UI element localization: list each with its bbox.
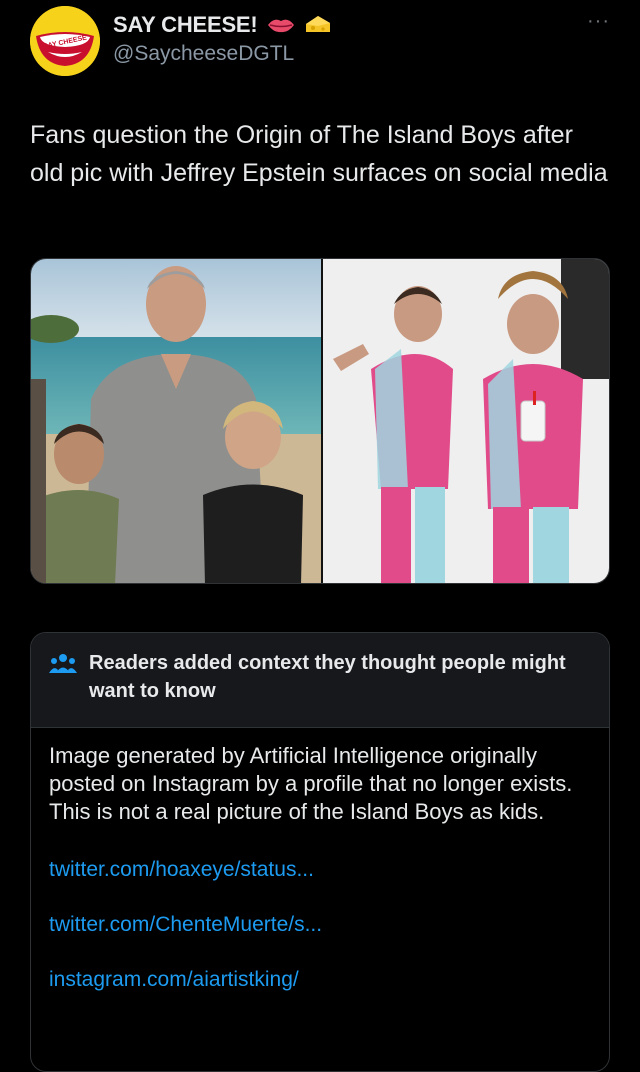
note-link-1[interactable]: twitter.com/hoaxeye/status... xyxy=(49,856,591,884)
community-note-body: Image generated by Artificial Intelligen… xyxy=(49,743,573,824)
cheese-icon xyxy=(305,16,330,32)
tweet-text: Fans question the Origin of The Island B… xyxy=(30,121,608,187)
lips-icon xyxy=(267,19,294,33)
avatar[interactable]: SAY CHEESE xyxy=(30,6,100,76)
user-handle[interactable]: @SaycheeseDGTL xyxy=(113,42,620,66)
display-name[interactable]: SAY CHEESE! xyxy=(113,12,258,38)
pink-tracksuit-photo-illustration xyxy=(323,259,609,583)
community-note-header: Readers added context they thought peopl… xyxy=(31,633,609,728)
community-note-body-container: Image generated by Artificial Intelligen… xyxy=(31,728,609,1008)
tweet-media[interactable] xyxy=(30,258,610,584)
tweet-header: SAY CHEESE! @SaycheeseDGTL xyxy=(113,12,620,66)
name-row: SAY CHEESE! xyxy=(113,12,620,38)
people-group-icon xyxy=(49,654,77,673)
media-image-left[interactable] xyxy=(31,259,321,583)
note-link-3[interactable]: instagram.com/aiartistking/ xyxy=(49,966,591,994)
media-image-right[interactable] xyxy=(321,259,609,583)
community-note-title: Readers added context they thought peopl… xyxy=(89,652,566,702)
beach-photo-illustration xyxy=(31,259,321,583)
say-cheese-logo: SAY CHEESE xyxy=(30,6,100,76)
community-note: Readers added context they thought peopl… xyxy=(30,632,610,1072)
note-link-2[interactable]: twitter.com/ChenteMuerte/s... xyxy=(49,911,591,939)
more-options-icon[interactable]: ··· xyxy=(587,10,610,33)
